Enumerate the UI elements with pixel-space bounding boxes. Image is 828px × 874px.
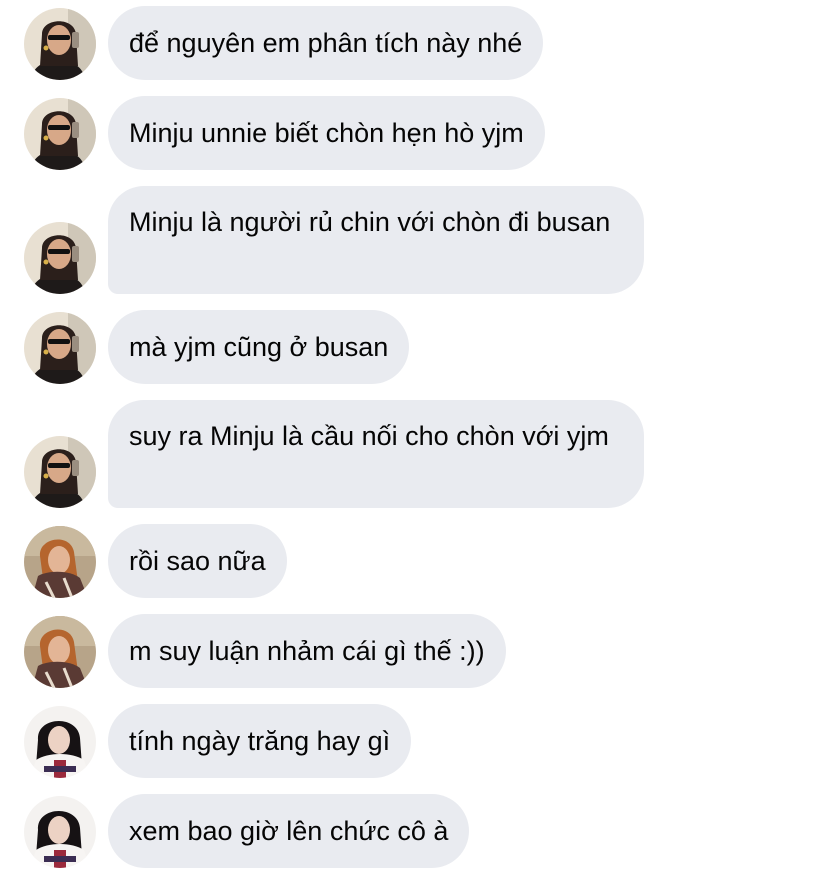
user-a-avatar[interactable]	[24, 98, 96, 170]
user-b-avatar[interactable]	[24, 616, 96, 688]
message-bubble[interactable]: m suy luận nhảm cái gì thế :))	[108, 614, 506, 688]
message-row: để nguyên em phân tích này nhé	[0, 6, 828, 80]
message-bubble[interactable]: suy ra Minju là cầu nối cho chòn với yjm	[108, 400, 644, 508]
message-bubble[interactable]: mà yjm cũng ở busan	[108, 310, 410, 384]
message-bubble[interactable]: tính ngày trăng hay gì	[108, 704, 412, 778]
user-c-avatar[interactable]	[24, 796, 96, 868]
message-row: Minju unnie biết chòn hẹn hò yjm	[0, 96, 828, 170]
message-row: rồi sao nữa	[0, 524, 828, 598]
message-bubble[interactable]: xem bao giờ lên chức cô à	[108, 794, 470, 868]
message-row: xem bao giờ lên chức cô à	[0, 794, 828, 868]
message-bubble[interactable]: rồi sao nữa	[108, 524, 287, 598]
user-b-avatar[interactable]	[24, 526, 96, 598]
message-bubble[interactable]: Minju là người rủ chin với chòn đi busan	[108, 186, 644, 294]
message-row: Minju là người rủ chin với chòn đi busan	[0, 186, 828, 294]
message-row: suy ra Minju là cầu nối cho chòn với yjm	[0, 400, 828, 508]
user-a-avatar[interactable]	[24, 222, 96, 294]
message-bubble[interactable]: Minju unnie biết chòn hẹn hò yjm	[108, 96, 545, 170]
user-c-avatar[interactable]	[24, 706, 96, 778]
user-a-avatar[interactable]	[24, 436, 96, 508]
message-row: m suy luận nhảm cái gì thế :))	[0, 614, 828, 688]
message-row: tính ngày trăng hay gì	[0, 704, 828, 778]
user-a-avatar[interactable]	[24, 312, 96, 384]
user-a-avatar[interactable]	[24, 8, 96, 80]
message-row: mà yjm cũng ở busan	[0, 310, 828, 384]
message-bubble[interactable]: để nguyên em phân tích này nhé	[108, 6, 544, 80]
chat-thread: để nguyên em phân tích này nhé Minju unn…	[0, 0, 828, 874]
